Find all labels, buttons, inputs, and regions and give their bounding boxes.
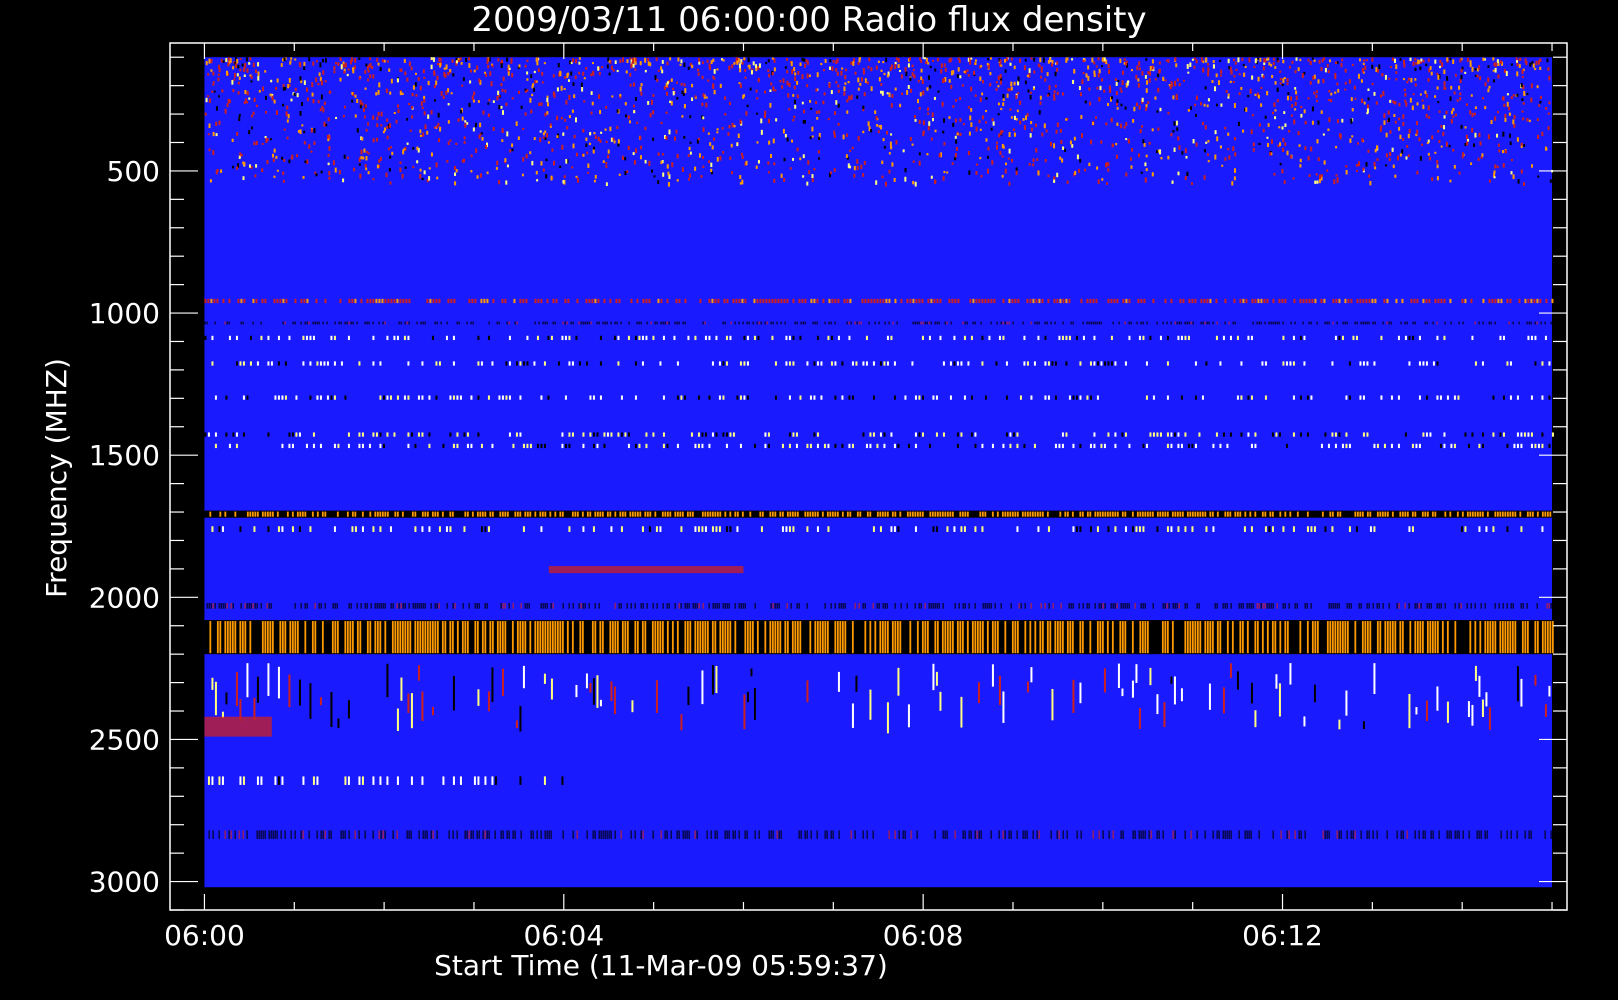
y-tick-label: 1000 xyxy=(89,297,160,330)
y-axis-label: Frequency (MHZ) xyxy=(40,358,73,598)
spectrogram-chart: 06:00 06:04 06:08 06:12 500 1000 1500 2000 2500… xyxy=(0,0,1618,1000)
heatmap-layer xyxy=(204,57,1554,888)
y-tick-label: 2500 xyxy=(89,723,160,756)
heatmap-feature xyxy=(204,620,1554,655)
x-tick-label: 06:00 xyxy=(164,919,245,952)
y-tick-label: 1500 xyxy=(89,439,160,472)
x-tick-label: 06:04 xyxy=(523,919,604,952)
x-axis-label: Start Time (11-Mar-09 05:59:37) xyxy=(434,949,888,982)
heatmap-background xyxy=(204,57,1553,888)
y-tick-label: 500 xyxy=(107,155,160,188)
y-tick-label: 2000 xyxy=(89,581,160,614)
x-tick-label: 06:12 xyxy=(1242,919,1323,952)
x-tick-label: 06:08 xyxy=(883,919,964,952)
heatmap-feature xyxy=(204,716,272,737)
chart-title: 2009/03/11 06:00:00 Radio flux density xyxy=(471,0,1146,40)
heatmap-feature xyxy=(204,510,1553,518)
heatmap-feature xyxy=(548,566,744,574)
y-tick-label: 3000 xyxy=(89,866,160,899)
